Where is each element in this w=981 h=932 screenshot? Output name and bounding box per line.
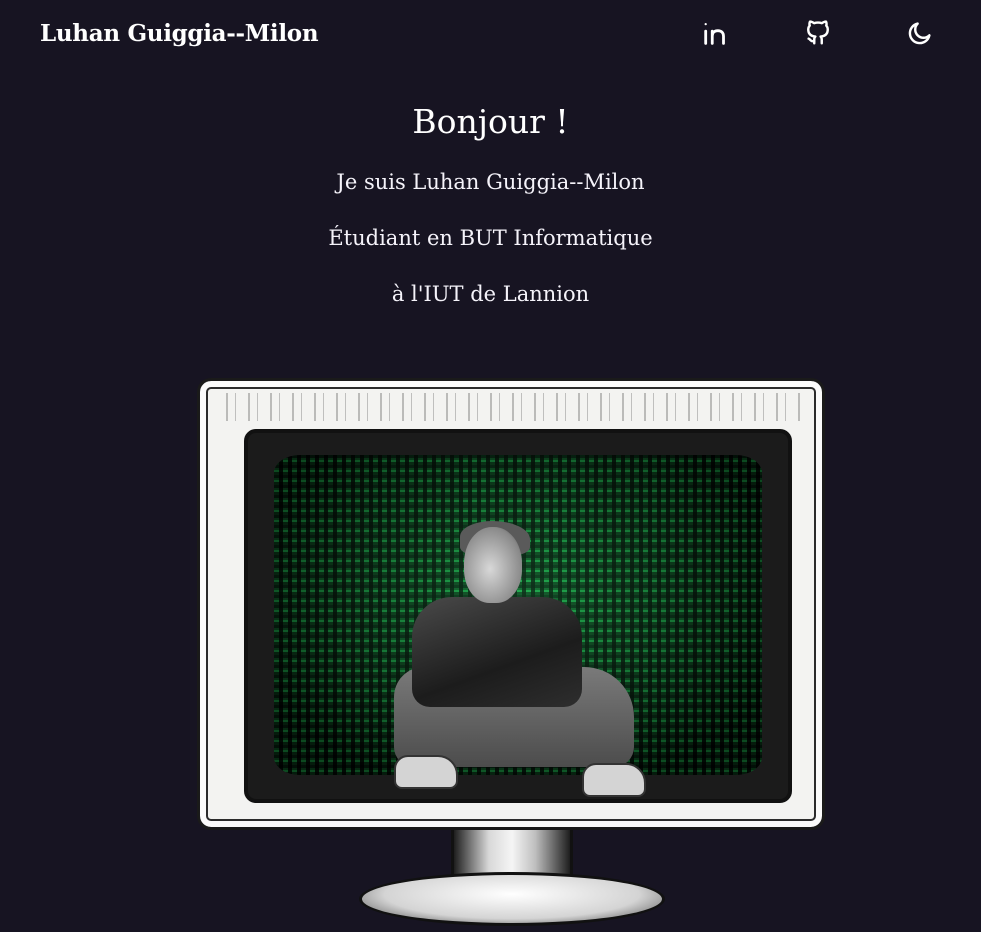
intro-name-line: Je suis Luhan Guiggia--Milon — [336, 170, 645, 194]
github-icon — [807, 20, 829, 45]
intro-section: Bonjour ! Je suis Luhan Guiggia--Milon É… — [0, 98, 981, 322]
monitor-bezel — [197, 378, 825, 830]
linkedin-icon — [704, 22, 725, 45]
site-header: Luhan Guiggia--Milon — [0, 0, 981, 72]
moon-icon — [908, 22, 931, 45]
retro-monitor-illustration — [193, 372, 825, 932]
linkedin-link[interactable] — [700, 17, 732, 49]
github-link[interactable] — [802, 17, 834, 49]
intro-school-line: à l'IUT de Lannion — [391, 282, 590, 306]
bezel-hatching — [220, 393, 800, 421]
portrait-jacket — [412, 597, 582, 707]
monitor-stand-base — [359, 872, 665, 926]
site-brand-link[interactable]: Luhan Guiggia--Milon — [40, 20, 319, 47]
theme-toggle-button[interactable] — [904, 17, 936, 49]
intro-study-line: Étudiant en BUT Informatique — [328, 226, 653, 250]
portrait-right-shoe — [582, 763, 646, 797]
portrait-head — [464, 527, 522, 603]
portrait-photo — [372, 521, 662, 807]
portrait-left-shoe — [394, 755, 458, 789]
greeting-heading: Bonjour ! — [412, 102, 569, 141]
